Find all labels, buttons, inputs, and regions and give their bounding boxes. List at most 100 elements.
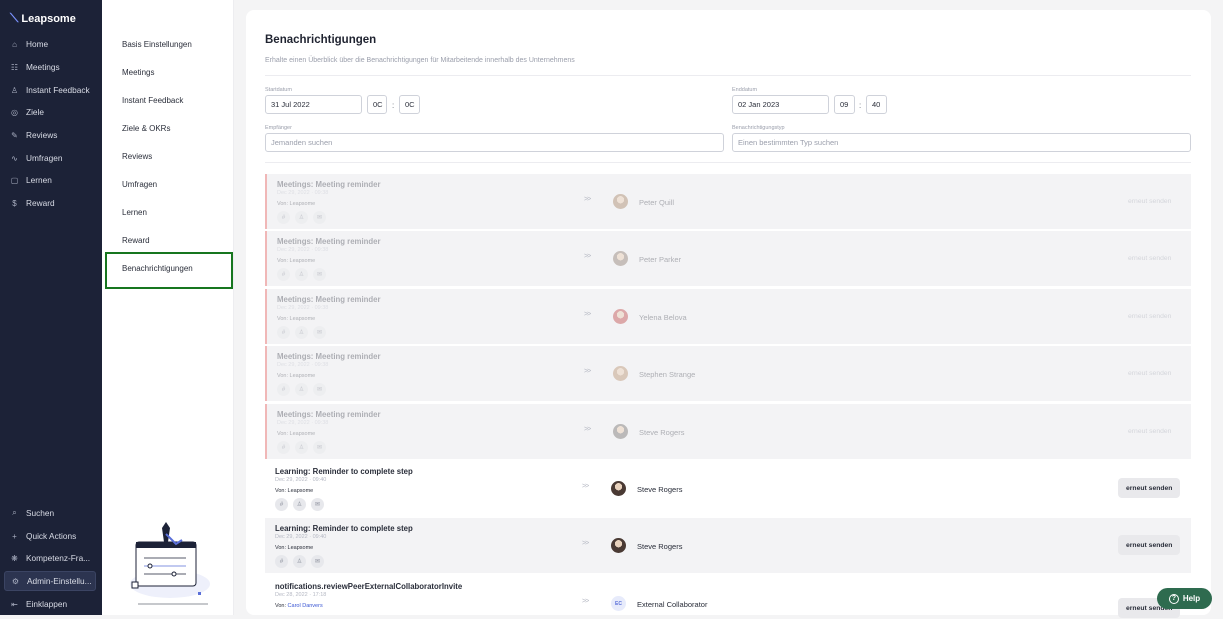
nav-icon: $ bbox=[12, 198, 17, 208]
nav-item-umfragen[interactable]: ∿ Umfragen bbox=[4, 148, 96, 168]
nav-item-reward[interactable]: $ Reward bbox=[4, 193, 96, 213]
nav-bottom-item-0[interactable]: ⌕ Suchen bbox=[4, 503, 96, 523]
sender-prefix: Von: bbox=[277, 201, 289, 207]
subnav-item[interactable]: Basis Einstellungen bbox=[122, 40, 192, 49]
email-icon: ✉ bbox=[313, 326, 326, 339]
nav-item-meetings[interactable]: ☷ Meetings bbox=[4, 57, 96, 77]
resend-button[interactable]: erneut senden bbox=[1118, 478, 1181, 498]
avatar bbox=[611, 481, 626, 496]
nav-icon: ⌂ bbox=[12, 39, 17, 49]
resend-button[interactable]: erneut senden bbox=[1120, 248, 1179, 268]
arrow-icon: >> bbox=[582, 483, 589, 490]
subnav-item[interactable]: Reward bbox=[122, 236, 150, 245]
nav-icon: ⚙ bbox=[11, 576, 20, 586]
nav-icon: ☷ bbox=[10, 62, 19, 72]
settings-illustration bbox=[130, 522, 210, 605]
user-icon: ♙ bbox=[293, 498, 306, 511]
subnav-item[interactable]: Umfragen bbox=[122, 180, 157, 189]
nav-item-home[interactable]: ⌂ Home bbox=[4, 34, 96, 54]
notification-title: Meetings: Meeting reminder bbox=[277, 180, 381, 189]
subnav-item[interactable]: Ziele & OKRs bbox=[122, 124, 170, 133]
start-minute-input[interactable]: 0C bbox=[399, 95, 420, 114]
notification-row: Meetings: Meeting reminder Dec 29, 2022 ·… bbox=[265, 346, 1191, 401]
arrow-icon: >> bbox=[582, 540, 589, 547]
nav-bottom-item-4[interactable]: ⇤ Einklappen bbox=[4, 594, 96, 614]
arrow-icon: >> bbox=[584, 196, 591, 203]
recipient-name: Stephen Strange bbox=[639, 370, 696, 379]
avatar bbox=[613, 424, 628, 439]
slack-icon: # bbox=[277, 383, 290, 396]
start-hour-input[interactable]: 0C bbox=[367, 95, 387, 114]
nav-item-reviews[interactable]: ✎ Reviews bbox=[4, 125, 96, 145]
notification-sender: Von: Leapsome bbox=[277, 258, 315, 264]
recipient-name: Peter Parker bbox=[639, 255, 682, 264]
slack-icon: # bbox=[275, 555, 288, 568]
email-icon: ✉ bbox=[313, 441, 326, 454]
help-icon: ? bbox=[1168, 593, 1179, 604]
type-search-input[interactable]: Einen bestimmten Typ suchen bbox=[732, 133, 1191, 152]
page-subtitle: Erhalte einen Überblick über die Benachr… bbox=[265, 57, 575, 64]
avatar bbox=[613, 366, 628, 381]
notification-title: Learning: Reminder to complete step bbox=[275, 467, 413, 476]
sender-prefix: Von: bbox=[277, 258, 289, 264]
end-minute-input[interactable]: 40 bbox=[866, 95, 887, 114]
notification-sender: Von: Leapsome bbox=[275, 488, 313, 494]
resend-button[interactable]: erneut senden bbox=[1120, 191, 1179, 211]
arrow-icon: >> bbox=[584, 311, 591, 318]
user-icon: ♙ bbox=[295, 211, 308, 224]
sender-name: Leapsome bbox=[289, 201, 316, 207]
main-navigation: ⟍ Leapsome ⌂ Home ☷ Meetings ♙ Instant Feedba… bbox=[0, 0, 102, 615]
subnav-item[interactable]: Instant Feedback bbox=[122, 96, 183, 105]
nav-icon: ✎ bbox=[11, 130, 18, 140]
avatar bbox=[613, 309, 628, 324]
notification-sender: Von: Leapsome bbox=[277, 201, 315, 207]
divider bbox=[265, 162, 1191, 163]
recipient-search-input[interactable]: Jemanden suchen bbox=[265, 133, 724, 152]
avatar bbox=[611, 538, 626, 553]
channel-icons: # ♙ ✉ bbox=[277, 211, 326, 224]
start-date-input[interactable]: 31 Jul 2022 bbox=[265, 95, 362, 114]
sender-prefix: Von: bbox=[277, 316, 289, 322]
leapsome-logo[interactable]: ⟍ Leapsome bbox=[10, 11, 76, 26]
email-icon: ✉ bbox=[311, 498, 324, 511]
end-date-input[interactable]: 02 Jan 2023 bbox=[732, 95, 829, 114]
arrow-icon: >> bbox=[584, 426, 591, 433]
nav-icon: ❋ bbox=[11, 553, 18, 563]
leapsome-logo-icon: ⟍ bbox=[10, 11, 19, 25]
nav-item-ziele[interactable]: ◎ Ziele bbox=[4, 102, 96, 122]
nav-item-lernen[interactable]: ▢ Lernen bbox=[4, 170, 96, 190]
nav-item-label: Suchen bbox=[26, 508, 55, 518]
email-icon: ✉ bbox=[313, 268, 326, 281]
settings-subnav: Basis Einstellungen Meetings Instant Feedb… bbox=[102, 0, 234, 615]
sender-name: Leapsome bbox=[289, 373, 316, 379]
nav-item-instant-feedback[interactable]: ♙ Instant Feedback bbox=[4, 80, 96, 100]
subnav-item[interactable]: Meetings bbox=[122, 68, 154, 77]
help-button[interactable]: ? Help bbox=[1157, 588, 1212, 609]
sender-name: Leapsome bbox=[287, 545, 314, 551]
user-icon: ♙ bbox=[295, 383, 308, 396]
nav-bottom-item-3[interactable]: ⚙ Admin-Einstellu... bbox=[4, 571, 96, 591]
end-hour-input[interactable]: 09 bbox=[834, 95, 855, 114]
sender-prefix: Von: bbox=[277, 431, 289, 437]
subnav-item[interactable]: Lernen bbox=[122, 208, 147, 217]
resend-button[interactable]: erneut senden bbox=[1120, 363, 1179, 383]
nav-bottom-item-1[interactable]: + Quick Actions bbox=[4, 526, 96, 546]
resend-button[interactable]: erneut senden bbox=[1120, 421, 1179, 441]
resend-button[interactable]: erneut senden bbox=[1120, 306, 1179, 326]
subnav-item[interactable]: Reviews bbox=[122, 152, 152, 161]
nav-item-label: Lernen bbox=[26, 175, 52, 185]
type-label: Benachrichtigungstyp bbox=[732, 125, 785, 131]
notification-date: Dec 29, 2022 · 09:38 bbox=[277, 305, 329, 311]
notification-sender: Von: Leapsome bbox=[277, 431, 315, 437]
channel-icons: # ♙ ✉ bbox=[275, 555, 324, 568]
divider bbox=[265, 75, 1191, 76]
recipient-name: External Collaborator bbox=[637, 600, 708, 609]
nav-bottom-item-2[interactable]: ❋ Kompetenz-Fra... bbox=[4, 548, 96, 568]
notification-date: Dec 29, 2022 · 09:38 bbox=[277, 420, 329, 426]
end-date-label: Enddatum bbox=[732, 87, 758, 93]
sender-name[interactable]: Carol Danvers bbox=[288, 603, 323, 609]
avatar bbox=[613, 251, 628, 266]
user-icon: ♙ bbox=[293, 555, 306, 568]
resend-button[interactable]: erneut senden bbox=[1118, 535, 1181, 555]
time-separator: : bbox=[859, 101, 862, 110]
